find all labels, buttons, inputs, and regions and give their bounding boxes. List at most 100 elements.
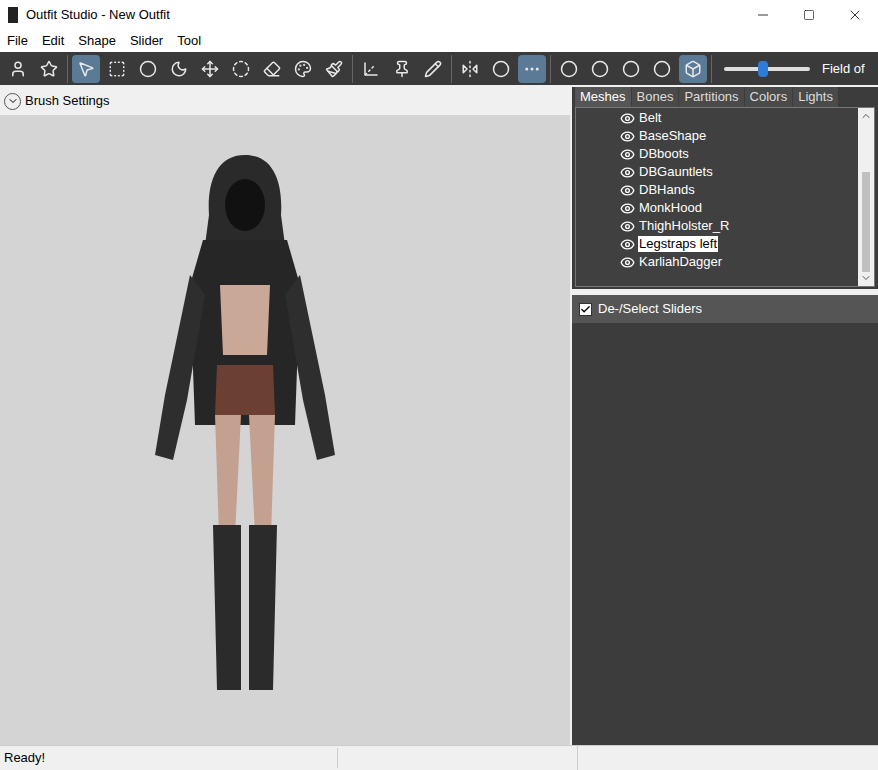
tool-button[interactable] xyxy=(72,55,100,83)
mesh-row[interactable]: Belt xyxy=(620,109,858,127)
cube-icon xyxy=(684,60,702,78)
mesh-list: BeltBaseShapeDBbootsDBGauntletsDBHands Mo… xyxy=(575,107,875,287)
move-icon xyxy=(201,60,219,78)
tab[interactable]: Meshes xyxy=(575,87,631,107)
tool-button[interactable] xyxy=(586,55,614,83)
tab[interactable]: Bones xyxy=(632,87,679,107)
toolbar-group xyxy=(555,55,712,83)
mesh-name: KarliahDagger xyxy=(638,254,723,270)
menu-item[interactable]: Tool xyxy=(170,31,208,51)
outfit-studio-window: Outfit Studio - New Outfit FileEditShapeS… xyxy=(0,0,878,770)
eye-icon[interactable] xyxy=(620,237,635,252)
fov-slider[interactable] xyxy=(724,61,810,77)
mesh-name: Belt xyxy=(638,110,662,126)
brush-settings-header[interactable]: Brush Settings xyxy=(0,87,570,115)
menu-item[interactable]: Edit xyxy=(35,31,71,51)
tool-button[interactable] xyxy=(103,55,131,83)
colors-icon xyxy=(294,60,312,78)
deflate-icon xyxy=(170,60,188,78)
tool-button[interactable] xyxy=(35,55,63,83)
status-bar: Ready! xyxy=(0,745,878,770)
smooth-icon xyxy=(232,60,250,78)
tool-button[interactable] xyxy=(357,55,385,83)
toolbar-group xyxy=(4,55,68,83)
tool-button[interactable] xyxy=(258,55,286,83)
minimize-icon xyxy=(755,7,771,23)
3d-viewport[interactable] xyxy=(0,115,570,745)
select-icon xyxy=(77,60,95,78)
window-title: Outfit Studio - New Outfit xyxy=(26,5,740,25)
eye-icon[interactable] xyxy=(620,201,635,216)
tool-button[interactable] xyxy=(419,55,447,83)
eye-icon[interactable] xyxy=(620,183,635,198)
maximize-button[interactable] xyxy=(786,0,832,30)
menu-item[interactable]: Shape xyxy=(71,31,123,51)
mesh-row[interactable]: ThighHolster_R xyxy=(620,217,858,235)
menu-item[interactable]: Slider xyxy=(123,31,170,51)
menu-item[interactable]: File xyxy=(0,31,35,51)
main-area: Brush SettingsMeshesBonesPartitionsColor… xyxy=(0,85,878,745)
tab[interactable]: Colors xyxy=(745,87,793,107)
scrollbar-thumb[interactable] xyxy=(862,172,870,272)
arrow-up-icon[interactable] xyxy=(860,110,872,122)
tool-button[interactable] xyxy=(320,55,348,83)
toolbar: Field of xyxy=(0,52,878,85)
tool-button[interactable] xyxy=(196,55,224,83)
toolbar-group xyxy=(72,55,353,83)
mesh-row[interactable]: KarliahDagger xyxy=(620,253,858,271)
mesh-row[interactable]: MonkHood xyxy=(620,199,858,217)
eye-icon[interactable] xyxy=(620,111,635,126)
tool-button[interactable] xyxy=(617,55,645,83)
tool-button[interactable] xyxy=(518,55,546,83)
model-render[interactable] xyxy=(95,125,395,705)
expander-button[interactable] xyxy=(4,93,21,110)
select-sliders-checkbox[interactable] xyxy=(579,303,592,316)
tool-button[interactable] xyxy=(165,55,193,83)
mesh-row[interactable]: BaseShape xyxy=(620,127,858,145)
tool-button[interactable] xyxy=(227,55,255,83)
pivot-icon xyxy=(393,60,411,78)
side-panel: MeshesBonesPartitionsColorsLightsBeltBas… xyxy=(572,87,878,745)
toolbar-group xyxy=(357,55,452,83)
tool-button[interactable] xyxy=(648,55,676,83)
eye-icon[interactable] xyxy=(620,165,635,180)
tool-button[interactable] xyxy=(134,55,162,83)
toolbar-group xyxy=(456,55,551,83)
eye-icon[interactable] xyxy=(620,147,635,162)
size-large-icon xyxy=(622,60,640,78)
tool-button[interactable] xyxy=(456,55,484,83)
tool-button[interactable] xyxy=(289,55,317,83)
minimize-button[interactable] xyxy=(740,0,786,30)
load-outfit-icon xyxy=(40,60,58,78)
mesh-row[interactable]: DBHands xyxy=(620,181,858,199)
mesh-name: DBHands xyxy=(638,182,696,198)
tool-button[interactable] xyxy=(487,55,515,83)
tool-button[interactable] xyxy=(679,55,707,83)
viewport-pane: Brush Settings xyxy=(0,87,570,745)
mesh-name: MonkHood xyxy=(638,200,703,216)
vertices-icon xyxy=(523,60,541,78)
mesh-row[interactable]: DBboots xyxy=(620,145,858,163)
arrow-down-icon[interactable] xyxy=(860,272,872,284)
check-icon xyxy=(580,304,591,315)
tab[interactable]: Partitions xyxy=(679,87,743,107)
menu-bar: FileEditShapeSliderTool xyxy=(0,30,878,52)
transform-icon xyxy=(362,60,380,78)
sliders-header-label: De-/Select Sliders xyxy=(598,299,702,319)
mesh-row[interactable]: Legstraps left xyxy=(620,235,858,253)
eye-icon[interactable] xyxy=(620,129,635,144)
tab[interactable]: Lights xyxy=(793,87,838,107)
eye-icon[interactable] xyxy=(620,219,635,234)
tool-button[interactable] xyxy=(555,55,583,83)
mesh-row[interactable]: DBGauntlets xyxy=(620,163,858,181)
scrollbar[interactable] xyxy=(858,108,874,286)
size-xlarge-icon xyxy=(653,60,671,78)
tool-button[interactable] xyxy=(388,55,416,83)
status-text: Ready! xyxy=(0,748,338,768)
slider-list xyxy=(572,323,878,745)
mesh-name: ThighHolster_R xyxy=(638,218,730,234)
tool-button[interactable] xyxy=(4,55,32,83)
eye-icon[interactable] xyxy=(620,255,635,270)
close-button[interactable] xyxy=(832,0,878,30)
fov-slider-thumb[interactable] xyxy=(758,61,768,77)
